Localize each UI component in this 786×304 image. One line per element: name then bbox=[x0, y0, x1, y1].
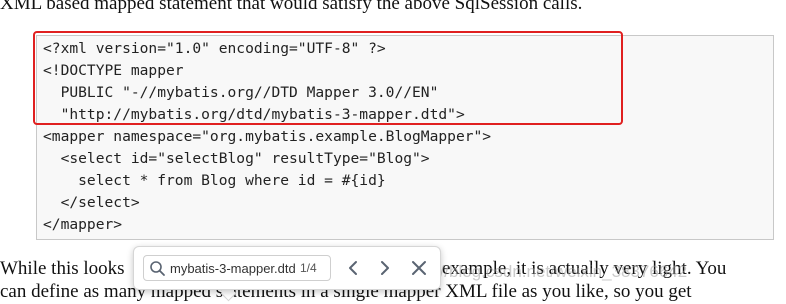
find-query[interactable]: mybatis-3-mapper.dtd bbox=[170, 260, 296, 277]
intro-line: XML based mapped statement that would sa… bbox=[0, 0, 583, 14]
find-bar: mybatis-3-mapper.dtd 1/4 bbox=[133, 246, 441, 290]
code-line: select * from Blog where id = #{id} bbox=[43, 172, 386, 189]
previous-match-button[interactable] bbox=[342, 257, 364, 279]
code-line: <select id="selectBlog" resultType="Blog… bbox=[43, 150, 430, 167]
highlight-box bbox=[33, 31, 623, 125]
match-count: 1/4 bbox=[300, 261, 317, 275]
next-match-button[interactable] bbox=[374, 257, 396, 279]
code-line: </select> bbox=[43, 194, 140, 211]
watermark: https://blog.csdn.net/weixin_38376642 bbox=[398, 262, 688, 281]
code-line: </mapper> bbox=[43, 216, 123, 233]
chevron-left-icon bbox=[349, 261, 357, 275]
paragraph-text-start: While this looks bbox=[0, 258, 125, 279]
close-icon bbox=[412, 261, 426, 275]
search-icon bbox=[150, 261, 165, 276]
chevron-right-icon bbox=[381, 261, 389, 275]
code-line: <mapper namespace="org.mybatis.example.B… bbox=[43, 128, 492, 145]
find-input[interactable]: mybatis-3-mapper.dtd 1/4 bbox=[143, 255, 331, 281]
close-find-button[interactable] bbox=[408, 257, 430, 279]
